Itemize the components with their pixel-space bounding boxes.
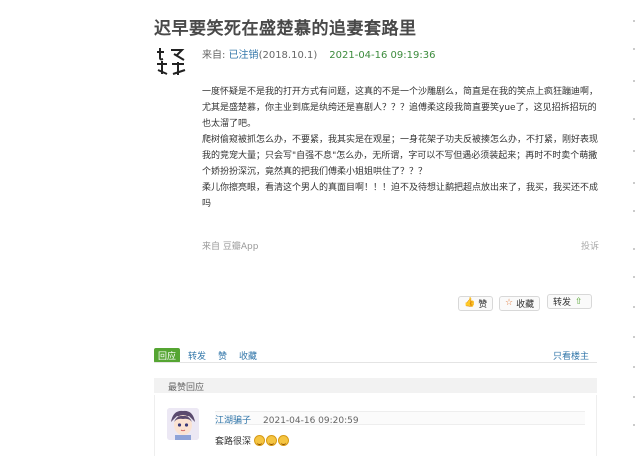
post-title: 迟早要笑死在盛楚慕的追妻套路里: [154, 19, 417, 39]
comment-time: 2021-04-16 09:20:59: [263, 416, 359, 426]
author-join-date: (2018.10.1): [258, 50, 318, 61]
share-icon: ⇧: [575, 296, 583, 307]
like-button-label: 赞: [478, 299, 488, 310]
comment-body: 套路很深: [215, 437, 252, 447]
tab-like[interactable]: 赞: [218, 352, 227, 362]
post-meta: 来自: 已注销(2018.10.1) 2021-04-16 09:19:36: [202, 46, 435, 61]
author-avatar[interactable]: [154, 44, 188, 78]
collect-button-label: 收藏: [516, 299, 535, 310]
tab-share[interactable]: 转发: [188, 352, 206, 362]
star-icon: ☆: [505, 298, 514, 308]
like-button[interactable]: 👍 赞: [458, 290, 494, 311]
author-name[interactable]: 已注销: [229, 50, 259, 61]
laugh-emoji-icon: [278, 435, 290, 446]
post-paragraph: 爬树偷窥被抓怎么办，不要紧，我其实是在观星；一身花架子功夫反被揍怎么办，不打紧，…: [202, 135, 599, 177]
best-reply-item: 江湖骗子 2021-04-16 09:20:59 套路很深: [154, 395, 597, 456]
laugh-emoji-icon: [266, 435, 278, 446]
post-date: 2021-04-16 09:19:36: [329, 50, 436, 61]
post-paragraph: 柔儿你擦亮眼，看清这个男人的真面目啊！！！迫不及待想让鹬把超点放出来了，我买，我…: [202, 183, 599, 209]
best-reply-header: 最赞回应: [154, 378, 597, 393]
report-link[interactable]: 投诉: [581, 239, 599, 252]
thumb-up-icon: 👍: [464, 298, 476, 308]
tab-collect[interactable]: 收藏: [239, 352, 257, 362]
post-source[interactable]: 来自 豆瓣App: [202, 239, 258, 252]
comment-text: 套路很深: [215, 434, 290, 447]
post-paragraph: 一度怀疑是不是我的打开方式有问题，这真的不是一个沙雕剧么，简直是在我的笑点上疯狂…: [202, 87, 599, 129]
share-button[interactable]: 转发 ⇧: [547, 290, 592, 309]
commenter-name[interactable]: 江湖骗子: [215, 416, 251, 426]
from-label: 来自:: [202, 50, 229, 61]
divider: [154, 362, 597, 363]
scroll-indicator: [628, 0, 640, 456]
tab-reply[interactable]: 回应: [154, 348, 181, 363]
post-content: 一度怀疑是不是我的打开方式有问题，这真的不是一个沙雕剧么，简直是在我的笑点上疯狂…: [202, 84, 600, 212]
reply-tabs: 回应 转发 赞 收藏: [154, 348, 269, 363]
collect-button[interactable]: ☆ 收藏: [499, 290, 541, 311]
commenter-avatar[interactable]: [167, 408, 199, 440]
laugh-emoji-icon: [254, 435, 266, 446]
owner-only-link[interactable]: 只看楼主: [553, 349, 589, 362]
comment-header: 江湖骗子 2021-04-16 09:20:59: [215, 411, 585, 426]
share-button-label: 转发: [553, 298, 572, 308]
